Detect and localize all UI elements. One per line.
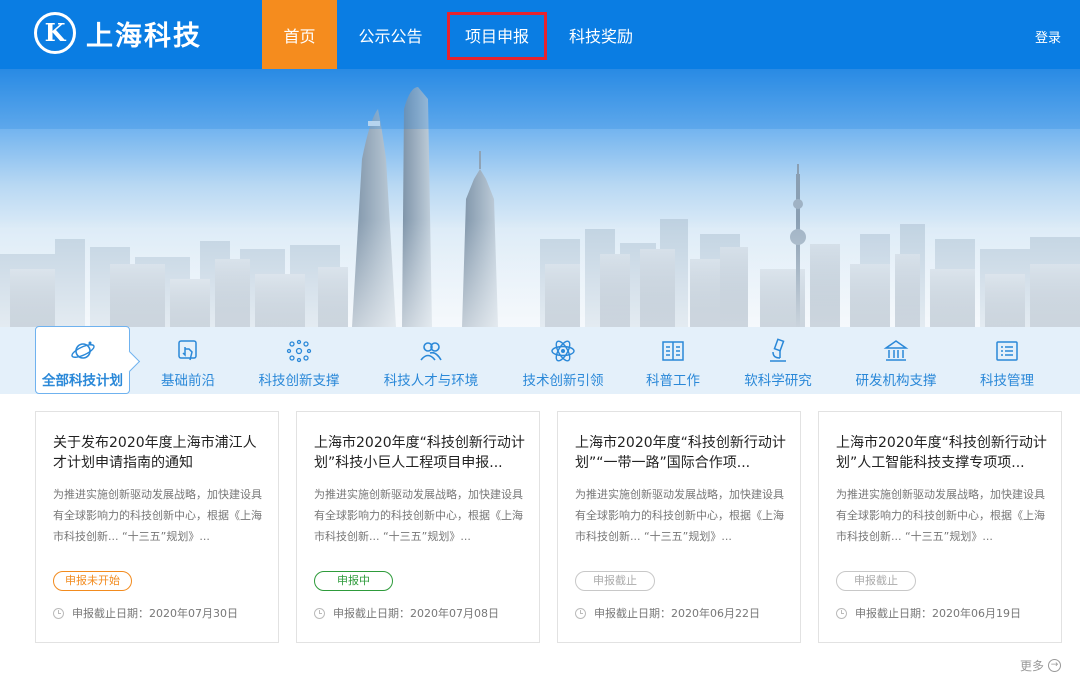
logo-k-icon: K — [34, 12, 76, 54]
category-label: 技术创新引领 — [522, 373, 604, 389]
nav-project-application[interactable]: 项目申报 — [444, 0, 550, 69]
category-label: 科技人才与环境 — [383, 373, 479, 389]
people-icon — [420, 342, 442, 361]
category-tech-management[interactable]: 科技管理 — [976, 327, 1038, 394]
nav-announcements[interactable]: 公示公告 — [337, 0, 444, 69]
login-link[interactable]: 登录 — [1035, 27, 1061, 46]
clock-icon — [314, 607, 325, 619]
institution-icon — [883, 340, 909, 361]
project-card[interactable]: 上海市2020年度“科技创新行动计划”科技小巨人工程项目申报... 为推进实施创… — [296, 411, 540, 643]
city-skyline-banner — [0, 69, 1080, 327]
category-all-plans[interactable]: 全部科技计划 — [35, 326, 130, 394]
deadline-text: 申报截止日期：2020年07月08日 — [333, 607, 499, 620]
category-label: 基础前沿 — [161, 373, 215, 389]
card-title[interactable]: 关于发布2020年度上海市浦江人才计划申请指南的通知 — [53, 433, 265, 473]
site-name: 上海科技 — [86, 20, 202, 52]
category-label: 全部科技计划 — [42, 373, 123, 389]
more-label: 更多 — [1019, 659, 1044, 673]
category-soft-science[interactable]: 软科学研究 — [740, 327, 816, 394]
list-icon — [996, 341, 1018, 361]
microscope-icon — [770, 338, 786, 362]
category-label: 科技管理 — [980, 373, 1034, 389]
deadline-text: 申报截止日期：2020年07月30日 — [72, 607, 238, 620]
category-talent-environment[interactable]: 科技人才与环境 — [380, 327, 482, 394]
category-label: 软科学研究 — [744, 373, 812, 389]
category-label: 科技创新支撑 — [258, 373, 340, 389]
card-description: 为推进实施创新驱动发展战略，加快建设具有全球影响力的科技创新中心，根据《上海市科… — [53, 488, 262, 543]
status-badge: 申报截止 — [575, 571, 655, 591]
deadline-row: 申报截止日期：2020年06月19日 — [836, 605, 1021, 621]
site-logo[interactable]: K 上海科技 — [34, 12, 202, 54]
deadline-row: 申报截止日期：2020年07月08日 — [314, 605, 499, 621]
network-icon — [286, 339, 312, 363]
card-description: 为推进实施创新驱动发展战略，加快建设具有全球影响力的科技创新中心，根据《上海市科… — [836, 488, 1045, 543]
book-icon — [662, 341, 684, 361]
more-link[interactable]: 更多 → — [1020, 657, 1061, 674]
deadline-row: 申报截止日期：2020年07月30日 — [53, 605, 238, 621]
category-tech-innovation[interactable]: 技术创新引领 — [518, 327, 608, 394]
deadline-text: 申报截止日期：2020年06月22日 — [594, 607, 760, 620]
category-basic-frontier[interactable]: 基础前沿 — [150, 327, 226, 394]
deadline-row: 申报截止日期：2020年06月22日 — [575, 605, 760, 621]
nav-home[interactable]: 首页 — [262, 0, 337, 69]
status-badge: 申报截止 — [836, 571, 916, 591]
card-title[interactable]: 上海市2020年度“科技创新行动计划”“一带一路”国际合作项... — [575, 433, 787, 473]
project-card[interactable]: 上海市2020年度“科技创新行动计划”“一带一路”国际合作项... 为推进实施创… — [557, 411, 801, 643]
nav-awards[interactable]: 科技奖励 — [550, 0, 652, 69]
card-description: 为推进实施创新驱动发展战略，加快建设具有全球影响力的科技创新中心，根据《上海市科… — [575, 488, 784, 543]
clock-icon — [53, 607, 64, 619]
main-nav: 首页 公示公告 项目申报 科技奖励 — [262, 0, 652, 69]
clock-icon — [836, 607, 847, 619]
category-label: 研发机构支撑 — [855, 373, 937, 389]
top-header: K 上海科技 首页 公示公告 项目申报 科技奖励 登录 — [0, 0, 1080, 69]
project-card[interactable]: 上海市2020年度“科技创新行动计划”人工智能科技支撑专项项... 为推进实施创… — [818, 411, 1062, 643]
category-innovation-support[interactable]: 科技创新支撑 — [254, 327, 344, 394]
category-bar: 全部科技计划 基础前沿 科技创新支撑 科技人才与环境 技术创新引领 科普工作 软… — [0, 326, 1080, 394]
category-popular-science[interactable]: 科普工作 — [642, 327, 704, 394]
status-badge: 申报中 — [314, 571, 393, 591]
card-title[interactable]: 上海市2020年度“科技创新行动计划”科技小巨人工程项目申报... — [314, 433, 526, 473]
skyline-illustration — [0, 69, 1080, 327]
status-badge: 申报未开始 — [53, 571, 132, 591]
card-title[interactable]: 上海市2020年度“科技创新行动计划”人工智能科技支撑专项项... — [836, 433, 1048, 473]
category-label: 科普工作 — [646, 373, 700, 389]
touch-icon — [178, 340, 197, 361]
deadline-text: 申报截止日期：2020年06月19日 — [855, 607, 1021, 620]
planet-icon — [70, 341, 95, 359]
arrow-right-circle-icon: → — [1048, 659, 1061, 672]
atom-icon — [551, 340, 575, 362]
category-rd-institutions[interactable]: 研发机构支撑 — [852, 327, 940, 394]
clock-icon — [575, 607, 586, 619]
project-card[interactable]: 关于发布2020年度上海市浦江人才计划申请指南的通知 为推进实施创新驱动发展战略… — [35, 411, 279, 643]
card-description: 为推进实施创新驱动发展战略，加快建设具有全球影响力的科技创新中心，根据《上海市科… — [314, 488, 523, 543]
